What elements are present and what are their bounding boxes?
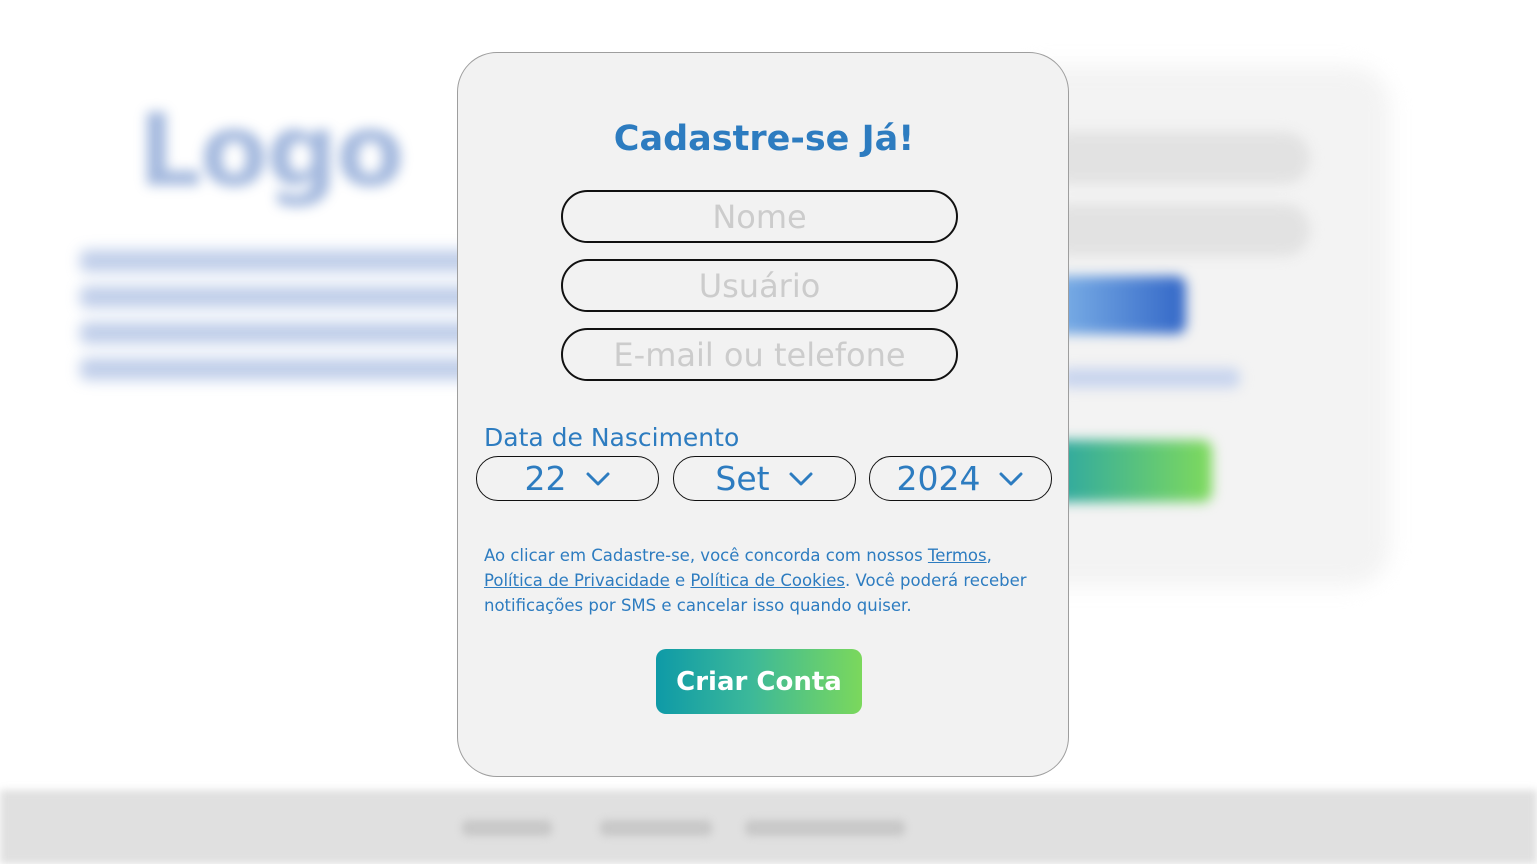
background-forgot-link: [1060, 368, 1240, 388]
birth-day-select[interactable]: 22: [476, 456, 659, 501]
background-text-line: [80, 358, 480, 380]
birth-year-select[interactable]: 2024: [869, 456, 1052, 501]
birth-month-value: Set: [715, 459, 770, 498]
background-signup-button: [1050, 440, 1212, 502]
background-text-line: [80, 286, 480, 308]
terms-notice: Ao clicar em Cadastre-se, você concorda …: [484, 543, 1044, 618]
background-login-field: [1040, 132, 1310, 184]
birthdate-label: Data de Nascimento: [484, 423, 740, 452]
terms-separator: ,: [986, 546, 992, 565]
background-login-field: [1040, 204, 1310, 256]
terms-link[interactable]: Termos: [928, 546, 987, 565]
chevron-down-icon: [789, 472, 813, 485]
username-input[interactable]: [561, 259, 958, 312]
background-footer-link: [745, 820, 905, 836]
background-footer-link: [600, 820, 712, 836]
birth-month-select[interactable]: Set: [673, 456, 856, 501]
privacy-policy-link[interactable]: Política de Privacidade: [484, 571, 670, 590]
birth-day-value: 22: [524, 459, 567, 498]
background-footer-link: [462, 820, 552, 836]
background-text-line: [80, 250, 480, 272]
modal-title: Cadastre-se Já!: [613, 119, 915, 159]
background-login-button: [1050, 276, 1186, 334]
chevron-down-icon: [999, 472, 1023, 485]
terms-separator: e: [669, 571, 691, 590]
email-phone-input[interactable]: [561, 328, 958, 381]
signup-modal: Cadastre-se Já! Data de Nascimento 22 Se…: [457, 52, 1069, 777]
cookie-policy-link[interactable]: Política de Cookies: [690, 571, 845, 590]
name-input[interactable]: [561, 190, 958, 243]
background-text-line: [80, 322, 480, 344]
birth-year-value: 2024: [896, 459, 981, 498]
chevron-down-icon: [586, 472, 609, 485]
page: Logo Cadastre-se Já! Data de Nascimento …: [0, 0, 1537, 864]
terms-prefix: Ao clicar em Cadastre-se, você concorda …: [484, 546, 928, 565]
background-logo: Logo: [138, 92, 405, 209]
create-account-button[interactable]: Criar Conta: [656, 649, 862, 714]
